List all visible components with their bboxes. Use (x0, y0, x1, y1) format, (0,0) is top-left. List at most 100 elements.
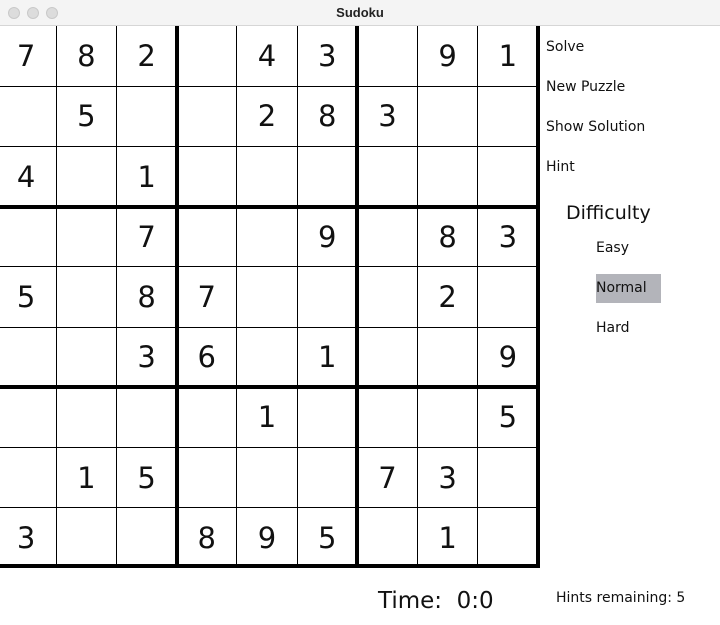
board-cell[interactable]: 2 (116, 26, 176, 86)
board-cell[interactable] (0, 448, 56, 508)
board-cell[interactable] (357, 508, 417, 568)
board-cell[interactable]: 2 (418, 267, 478, 327)
board-cell[interactable]: 3 (116, 327, 176, 387)
board-cell[interactable]: 9 (297, 207, 357, 267)
board-cell[interactable]: 1 (478, 26, 538, 86)
board-cell[interactable] (56, 508, 116, 568)
board-cell[interactable] (0, 327, 56, 387)
board-cell[interactable] (116, 508, 176, 568)
hints-remaining-label: Hints remaining: (556, 590, 672, 606)
board-cell[interactable] (478, 86, 538, 146)
board-cell[interactable]: 1 (116, 146, 176, 206)
board-cell[interactable]: 6 (177, 327, 237, 387)
board-cell[interactable]: 8 (56, 26, 116, 86)
board-cell[interactable] (478, 448, 538, 508)
board-cell[interactable] (0, 86, 56, 146)
board-cell[interactable] (478, 267, 538, 327)
board-cell[interactable] (177, 86, 237, 146)
board-cell[interactable]: 5 (56, 86, 116, 146)
board-cell[interactable] (56, 387, 116, 447)
grid-line (0, 145, 538, 147)
board-cell[interactable] (357, 146, 417, 206)
grid-line (296, 26, 298, 568)
board-cell[interactable]: 3 (418, 448, 478, 508)
board-cell[interactable] (418, 146, 478, 206)
board-cell[interactable]: 3 (0, 508, 56, 568)
board-cell[interactable] (478, 146, 538, 206)
board-cell[interactable]: 7 (177, 267, 237, 327)
difficulty-option-normal[interactable]: Normal (596, 274, 661, 303)
board-cell[interactable]: 8 (418, 207, 478, 267)
board-cell[interactable] (297, 448, 357, 508)
board-cell[interactable]: 4 (237, 26, 297, 86)
board-cell[interactable] (297, 387, 357, 447)
board-cell[interactable]: 8 (116, 267, 176, 327)
board-cell[interactable] (357, 26, 417, 86)
board-cell[interactable] (418, 327, 478, 387)
board-cell[interactable]: 3 (297, 26, 357, 86)
board-cell[interactable] (237, 146, 297, 206)
board-cell[interactable]: 9 (478, 327, 538, 387)
board-cell[interactable]: 1 (56, 448, 116, 508)
board-cell[interactable]: 5 (478, 387, 538, 447)
board-cell[interactable]: 9 (237, 508, 297, 568)
solve-button[interactable]: Solve (546, 39, 584, 55)
board-cell[interactable]: 5 (297, 508, 357, 568)
board-cell[interactable] (0, 207, 56, 267)
show-solution-button[interactable]: Show Solution (546, 119, 645, 135)
board-cell[interactable]: 1 (237, 387, 297, 447)
board-cell[interactable] (357, 267, 417, 327)
hints-remaining-value: 5 (676, 590, 686, 606)
board-cell[interactable] (116, 86, 176, 146)
board-cell[interactable]: 1 (297, 327, 357, 387)
board-cell[interactable]: 7 (0, 26, 56, 86)
board-cell[interactable] (177, 207, 237, 267)
board-cell[interactable] (237, 267, 297, 327)
board-cell[interactable] (56, 207, 116, 267)
difficulty-heading: Difficulty (566, 202, 651, 224)
board-cell[interactable]: 5 (116, 448, 176, 508)
grid-line (0, 447, 538, 449)
board-cell[interactable] (0, 387, 56, 447)
board-cell[interactable] (418, 387, 478, 447)
board-cell[interactable]: 9 (418, 26, 478, 86)
board-cell[interactable] (177, 146, 237, 206)
board-cell[interactable]: 8 (177, 508, 237, 568)
box-divider (0, 204, 538, 209)
board-cell[interactable]: 5 (0, 267, 56, 327)
sidebar: Solve New Puzzle Show Solution Hint Diff… (538, 26, 720, 625)
board-cell[interactable] (297, 146, 357, 206)
board-cell[interactable] (177, 387, 237, 447)
board-cell[interactable] (56, 327, 116, 387)
board-cell[interactable] (177, 26, 237, 86)
board-cell[interactable]: 1 (418, 508, 478, 568)
difficulty-option-hard[interactable]: Hard (596, 314, 661, 343)
board-cell[interactable] (357, 387, 417, 447)
difficulty-option-easy[interactable]: Easy (596, 234, 661, 263)
board-cell[interactable]: 7 (357, 448, 417, 508)
new-puzzle-button[interactable]: New Puzzle (546, 79, 625, 95)
board-cell[interactable] (56, 267, 116, 327)
grid-line (0, 507, 538, 509)
box-divider (0, 385, 538, 390)
board-cell[interactable] (116, 387, 176, 447)
board-cell[interactable]: 3 (357, 86, 417, 146)
hint-button[interactable]: Hint (546, 159, 575, 175)
board-cell[interactable]: 7 (116, 207, 176, 267)
board-cell[interactable] (237, 207, 297, 267)
board-cell[interactable] (56, 146, 116, 206)
board-cell[interactable]: 4 (0, 146, 56, 206)
board-cell[interactable]: 3 (478, 207, 538, 267)
board-cell[interactable] (418, 86, 478, 146)
board-cell[interactable] (237, 327, 297, 387)
board-cell[interactable]: 2 (237, 86, 297, 146)
board-cell[interactable] (177, 448, 237, 508)
board-cell[interactable] (357, 207, 417, 267)
board-cell[interactable] (237, 448, 297, 508)
board-cell[interactable] (297, 267, 357, 327)
hints-remaining: Hints remaining: 5 (556, 590, 685, 606)
board-cell[interactable]: 8 (297, 86, 357, 146)
board-cell[interactable] (357, 327, 417, 387)
board-cell[interactable] (478, 508, 538, 568)
timer: Time: 0:0 (378, 588, 494, 614)
